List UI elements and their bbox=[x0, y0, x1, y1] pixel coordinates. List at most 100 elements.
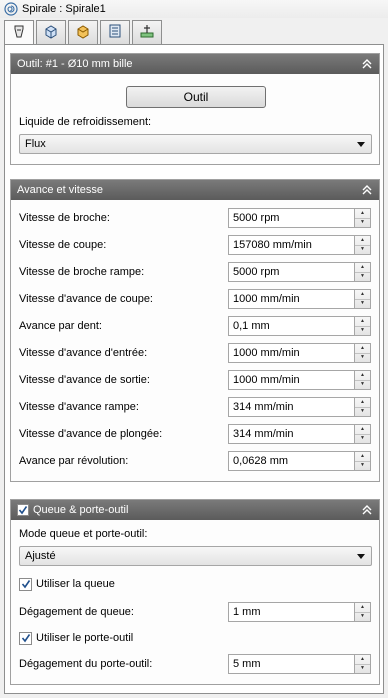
stepper-up-icon[interactable]: ▲ bbox=[355, 655, 370, 665]
stepper-down-icon[interactable]: ▼ bbox=[355, 273, 370, 282]
use-shaft-label: Utiliser la queue bbox=[36, 578, 115, 590]
stepper-arrows[interactable]: ▲ ▼ bbox=[355, 316, 371, 336]
feed-value-stepper[interactable]: 314 mm/min ▲ ▼ bbox=[228, 424, 371, 444]
shaft-clearance-stepper[interactable]: 1 mm ▲ ▼ bbox=[228, 602, 371, 622]
feed-value-stepper[interactable]: 314 mm/min ▲ ▼ bbox=[228, 397, 371, 417]
feed-value-stepper[interactable]: 1000 mm/min ▲ ▼ bbox=[228, 370, 371, 390]
stepper-down-icon[interactable]: ▼ bbox=[355, 408, 370, 417]
feed-row-label: Vitesse d'avance de coupe: bbox=[19, 293, 153, 305]
holder-clearance-label: Dégagement du porte-outil: bbox=[19, 658, 153, 670]
stepper-arrows[interactable]: ▲ ▼ bbox=[355, 424, 371, 444]
feeds-group-header[interactable]: Avance et vitesse bbox=[11, 180, 379, 200]
feed-value-input[interactable]: 1000 mm/min bbox=[228, 370, 355, 390]
stepper-arrows[interactable]: ▲ ▼ bbox=[355, 262, 371, 282]
stepper-down-icon[interactable]: ▼ bbox=[355, 435, 370, 444]
use-holder-row[interactable]: Utiliser le porte-outil bbox=[19, 628, 371, 648]
shaft-clearance-input[interactable]: 1 mm bbox=[228, 602, 355, 622]
stepper-up-icon[interactable]: ▲ bbox=[355, 398, 370, 408]
spiral-icon bbox=[4, 2, 18, 16]
stepper-down-icon[interactable]: ▼ bbox=[355, 381, 370, 390]
stepper-arrows[interactable]: ▲ ▼ bbox=[355, 289, 371, 309]
feed-value-input[interactable]: 0,0628 mm bbox=[228, 451, 355, 471]
feed-row: Vitesse de broche rampe: 5000 rpm ▲ ▼ bbox=[19, 262, 371, 282]
collapse-icon[interactable] bbox=[359, 502, 375, 518]
feed-value-input[interactable]: 0,1 mm bbox=[228, 316, 355, 336]
holder-mode-select[interactable]: Ajusté bbox=[19, 546, 372, 566]
stepper-down-icon[interactable]: ▼ bbox=[355, 354, 370, 363]
stepper-up-icon[interactable]: ▲ bbox=[355, 236, 370, 246]
stepper-arrows[interactable]: ▲ ▼ bbox=[355, 397, 371, 417]
stepper-arrows[interactable]: ▲ ▼ bbox=[355, 654, 371, 674]
stepper-up-icon[interactable]: ▲ bbox=[355, 209, 370, 219]
shaft-clearance-row: Dégagement de queue: 1 mm ▲ ▼ bbox=[19, 602, 371, 622]
feed-row-label: Vitesse d'avance d'entrée: bbox=[19, 347, 148, 359]
holder-clearance-input[interactable]: 5 mm bbox=[228, 654, 355, 674]
stepper-arrows[interactable]: ▲ ▼ bbox=[355, 602, 371, 622]
stepper-arrows[interactable]: ▲ ▼ bbox=[355, 451, 371, 471]
feed-value-stepper[interactable]: 5000 rpm ▲ ▼ bbox=[228, 262, 371, 282]
feed-value-stepper[interactable]: 0,0628 mm ▲ ▼ bbox=[228, 451, 371, 471]
feed-value-stepper[interactable]: 5000 rpm ▲ ▼ bbox=[228, 208, 371, 228]
feed-row: Avance par révolution: 0,0628 mm ▲ ▼ bbox=[19, 451, 371, 471]
stepper-arrows[interactable]: ▲ ▼ bbox=[355, 208, 371, 228]
feed-row-label: Vitesse d'avance de sortie: bbox=[19, 374, 150, 386]
feed-value-stepper[interactable]: 1000 mm/min ▲ ▼ bbox=[228, 343, 371, 363]
window-titlebar: Spirale : Spirale1 bbox=[0, 0, 388, 18]
tool-button[interactable]: Outil bbox=[126, 86, 266, 108]
feed-row-label: Vitesse de coupe: bbox=[19, 239, 107, 251]
feed-value-input[interactable]: 5000 rpm bbox=[228, 208, 355, 228]
stepper-down-icon[interactable]: ▼ bbox=[355, 327, 370, 336]
tab-linking[interactable] bbox=[132, 20, 162, 44]
stepper-up-icon[interactable]: ▲ bbox=[355, 344, 370, 354]
tool-group-title: Outil: #1 - Ø10 mm bille bbox=[17, 58, 133, 70]
feed-value-input[interactable]: 314 mm/min bbox=[228, 424, 355, 444]
use-shaft-checkbox[interactable] bbox=[19, 577, 32, 591]
stepper-down-icon[interactable]: ▼ bbox=[355, 613, 370, 622]
stepper-arrows[interactable]: ▲ ▼ bbox=[355, 370, 371, 390]
holder-clearance-stepper[interactable]: 5 mm ▲ ▼ bbox=[228, 654, 371, 674]
feed-value-input[interactable]: 314 mm/min bbox=[228, 397, 355, 417]
stepper-arrows[interactable]: ▲ ▼ bbox=[355, 235, 371, 255]
feed-value-input[interactable]: 1000 mm/min bbox=[228, 289, 355, 309]
stepper-up-icon[interactable]: ▲ bbox=[355, 290, 370, 300]
shaft-clearance-label: Dégagement de queue: bbox=[19, 606, 134, 618]
feed-value-stepper[interactable]: 0,1 mm ▲ ▼ bbox=[228, 316, 371, 336]
tab-tool[interactable] bbox=[4, 20, 34, 45]
feed-row: Vitesse de coupe: 157080 mm/min ▲ ▼ bbox=[19, 235, 371, 255]
stepper-down-icon[interactable]: ▼ bbox=[355, 246, 370, 255]
stepper-up-icon[interactable]: ▲ bbox=[355, 603, 370, 613]
tab-panel-tool: Outil: #1 - Ø10 mm bille Outil Liquide d… bbox=[4, 44, 384, 694]
feed-row-label: Avance par révolution: bbox=[19, 455, 129, 467]
stepper-up-icon[interactable]: ▲ bbox=[355, 317, 370, 327]
stepper-up-icon[interactable]: ▲ bbox=[355, 425, 370, 435]
stepper-up-icon[interactable]: ▲ bbox=[355, 263, 370, 273]
holder-mode-value: Ajusté bbox=[25, 550, 56, 562]
stepper-down-icon[interactable]: ▼ bbox=[355, 300, 370, 309]
stepper-arrows[interactable]: ▲ ▼ bbox=[355, 343, 371, 363]
feed-value-input[interactable]: 5000 rpm bbox=[228, 262, 355, 282]
tab-passes[interactable] bbox=[100, 20, 130, 44]
tool-group-header[interactable]: Outil: #1 - Ø10 mm bille bbox=[11, 54, 379, 74]
holder-group-header[interactable]: Queue & porte-outil bbox=[11, 500, 379, 520]
stepper-down-icon[interactable]: ▼ bbox=[355, 665, 370, 674]
feed-value-input[interactable]: 1000 mm/min bbox=[228, 343, 355, 363]
stepper-down-icon[interactable]: ▼ bbox=[355, 462, 370, 471]
stepper-down-icon[interactable]: ▼ bbox=[355, 219, 370, 228]
feed-value-stepper[interactable]: 1000 mm/min ▲ ▼ bbox=[228, 289, 371, 309]
feed-row-label: Vitesse de broche rampe: bbox=[19, 266, 145, 278]
use-holder-checkbox[interactable] bbox=[19, 631, 32, 645]
stepper-up-icon[interactable]: ▲ bbox=[355, 371, 370, 381]
coolant-select[interactable]: Flux bbox=[19, 134, 372, 154]
use-shaft-row[interactable]: Utiliser la queue bbox=[19, 574, 371, 594]
feed-value-stepper[interactable]: 157080 mm/min ▲ ▼ bbox=[228, 235, 371, 255]
tab-heights[interactable] bbox=[68, 20, 98, 44]
holder-group-checkbox[interactable] bbox=[17, 504, 29, 516]
feed-value-input[interactable]: 157080 mm/min bbox=[228, 235, 355, 255]
tab-geometry[interactable] bbox=[36, 20, 66, 44]
collapse-icon[interactable] bbox=[359, 182, 375, 198]
feed-row: Vitesse d'avance de plongée: 314 mm/min ▲ ▼ bbox=[19, 424, 371, 444]
holder-group-title: Queue & porte-outil bbox=[33, 504, 129, 516]
tool-group: Outil: #1 - Ø10 mm bille Outil Liquide d… bbox=[10, 53, 380, 165]
collapse-icon[interactable] bbox=[359, 56, 375, 72]
stepper-up-icon[interactable]: ▲ bbox=[355, 452, 370, 462]
